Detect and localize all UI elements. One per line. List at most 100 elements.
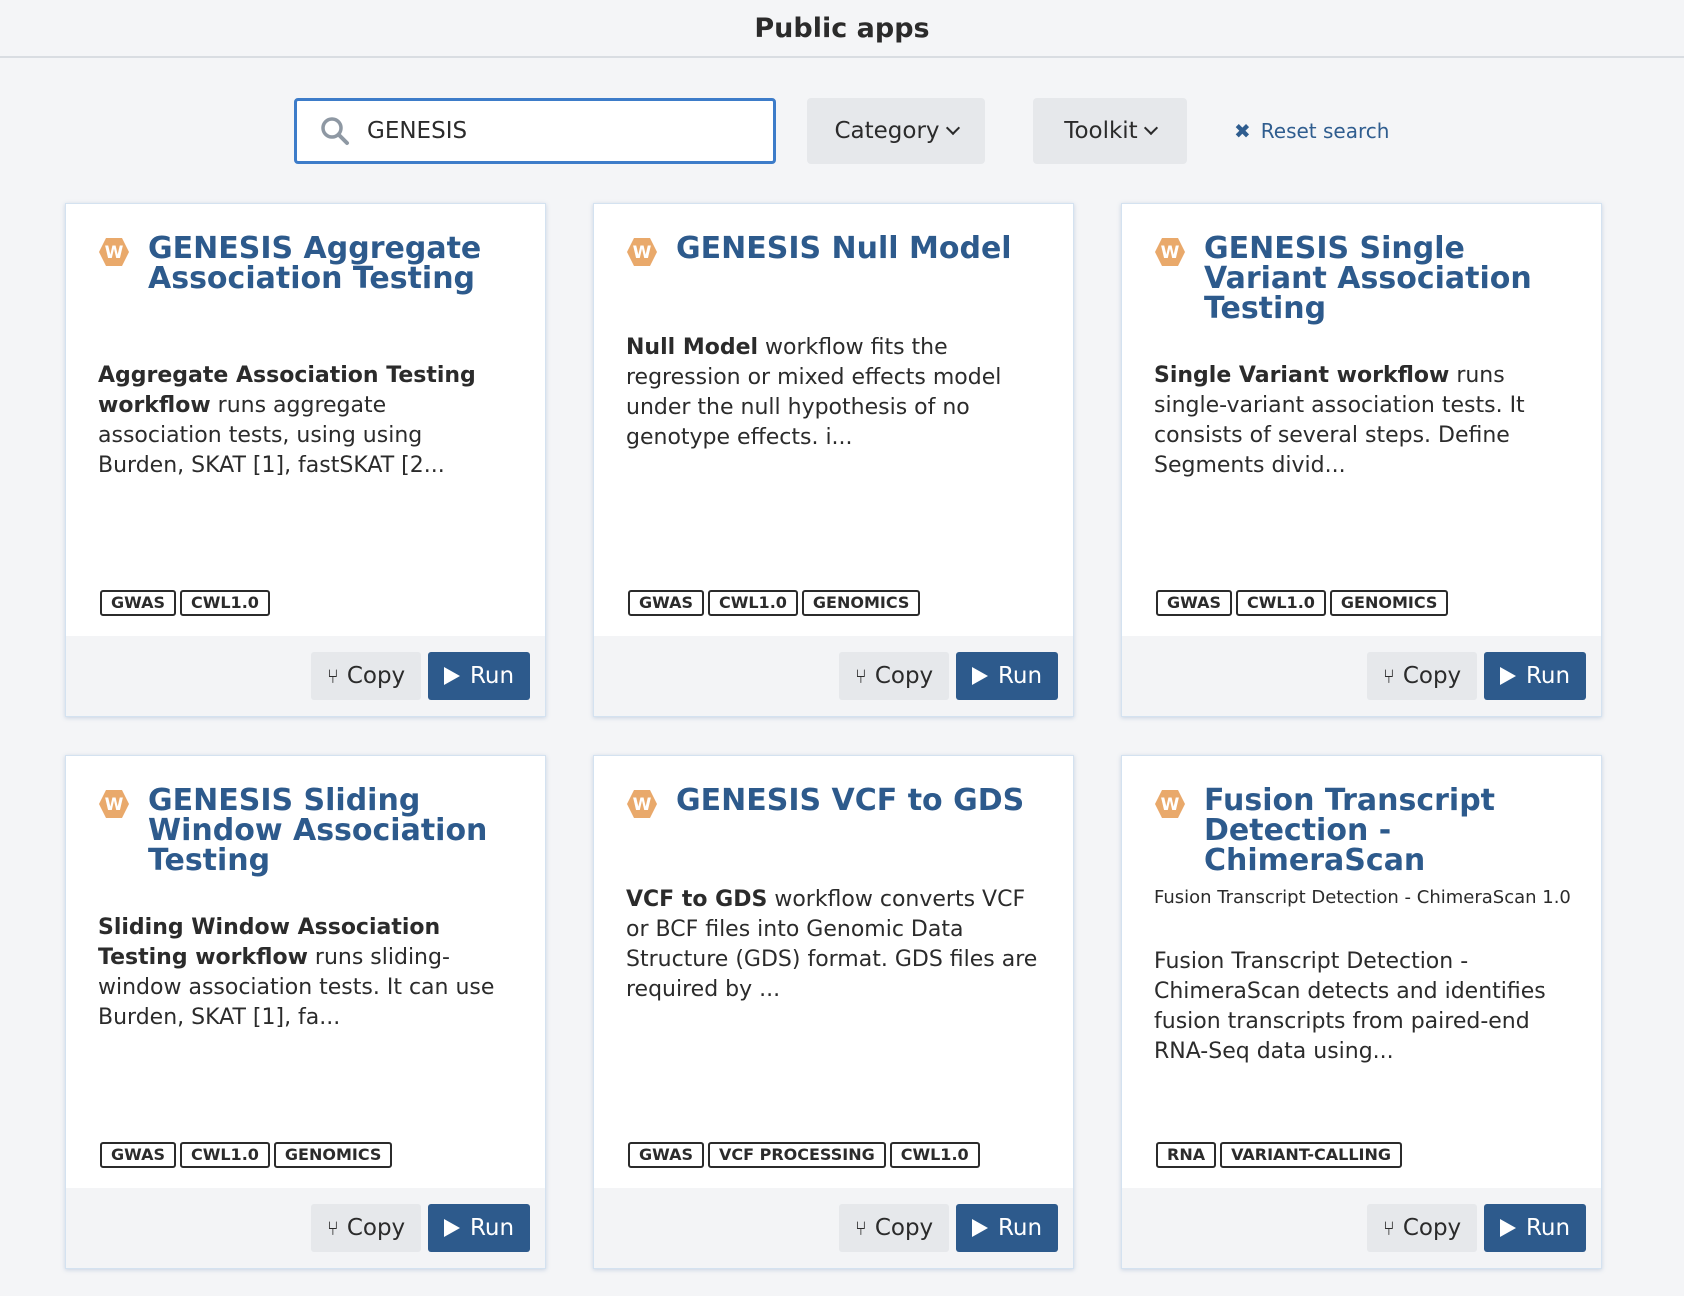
card-title[interactable]: GENESIS Single Variant Association Testi… <box>1204 234 1573 324</box>
play-icon <box>971 667 988 685</box>
search-input[interactable]: GENESIS <box>294 98 776 164</box>
card-version: Fusion Transcript Detection - ChimeraSca… <box>1154 887 1571 908</box>
branch-icon: ⑂ <box>1382 1216 1395 1240</box>
run-button[interactable]: Run <box>956 1204 1058 1252</box>
card-description: Aggregate Association Testing workflow r… <box>98 361 515 481</box>
chevron-down-icon <box>945 120 960 136</box>
workflow-icon: W <box>98 236 130 268</box>
run-button[interactable]: Run <box>1484 652 1586 700</box>
workflow-icon: W <box>98 788 130 820</box>
card-title[interactable]: Fusion Transcript Detection - ChimeraSca… <box>1204 786 1573 876</box>
toolkit-dropdown[interactable]: Toolkit <box>1033 98 1187 164</box>
card-footer: ⑂ Copy Run <box>1122 1188 1601 1268</box>
tag-list: GWAS CWL1.0 <box>100 590 274 616</box>
tag-badge: GWAS <box>100 1142 176 1168</box>
card-title-row: W GENESIS Sliding Window Association Test… <box>98 786 517 876</box>
tag-list: GWAS CWL1.0 GENOMICS <box>1156 590 1452 616</box>
card-description-text: Fusion Transcript Detection - ChimeraSca… <box>1154 949 1546 1064</box>
copy-button[interactable]: ⑂ Copy <box>311 1204 421 1252</box>
card-title[interactable]: GENESIS Aggregate Association Testing <box>148 234 517 294</box>
card-title-row: W GENESIS Null Model <box>626 234 1045 268</box>
run-button-label: Run <box>469 663 515 689</box>
tag-list: GWAS CWL1.0 GENOMICS <box>100 1142 396 1168</box>
card-description: Fusion Transcript Detection - ChimeraSca… <box>1154 947 1571 1067</box>
toolkit-dropdown-label: Toolkit <box>1064 118 1138 144</box>
copy-button-label: Copy <box>346 1215 406 1241</box>
card-description: VCF to GDS workflow converts VCF or BCF … <box>626 885 1043 1005</box>
card-description-bold: VCF to GDS <box>626 887 768 912</box>
tag-badge: CWL1.0 <box>179 590 270 616</box>
app-card[interactable]: W GENESIS Null Model Null Model workflow f… <box>593 203 1074 717</box>
run-button-label: Run <box>1525 1215 1571 1241</box>
workflow-icon: W <box>626 236 658 268</box>
branch-icon: ⑂ <box>326 1216 339 1240</box>
copy-button[interactable]: ⑂ Copy <box>1367 1204 1477 1252</box>
card-footer: ⑂ Copy Run <box>1122 636 1601 716</box>
card-footer: ⑂ Copy Run <box>594 1188 1073 1268</box>
copy-button-label: Copy <box>346 663 406 689</box>
card-title-row: W GENESIS VCF to GDS <box>626 786 1045 820</box>
page-header: Public apps <box>0 0 1684 58</box>
card-title[interactable]: GENESIS Null Model <box>676 234 1012 268</box>
search-toolbar: GENESIS Category Toolkit ✖ Reset search <box>0 98 1684 164</box>
app-card[interactable]: W GENESIS VCF to GDS VCF to GDS workflow c… <box>593 755 1074 1269</box>
workflow-icon: W <box>626 788 658 820</box>
tag-badge: CWL1.0 <box>889 1142 980 1168</box>
card-title[interactable]: GENESIS Sliding Window Association Testi… <box>148 786 517 876</box>
category-dropdown[interactable]: Category <box>807 98 985 164</box>
category-dropdown-label: Category <box>834 118 940 144</box>
card-footer: ⑂ Copy Run <box>594 636 1073 716</box>
copy-button[interactable]: ⑂ Copy <box>839 1204 949 1252</box>
branch-icon: ⑂ <box>854 1216 867 1240</box>
page-title: Public apps <box>754 12 930 44</box>
app-card[interactable]: W GENESIS Single Variant Association Test… <box>1121 203 1602 717</box>
tag-badge: RNA <box>1156 1142 1217 1168</box>
tag-badge: CWL1.0 <box>179 1142 270 1168</box>
copy-button-label: Copy <box>874 1215 934 1241</box>
reset-search-link[interactable]: ✖ Reset search <box>1234 98 1389 164</box>
card-description: Null Model workflow fits the regression … <box>626 333 1043 453</box>
app-card[interactable]: W GENESIS Aggregate Association Testing Ag… <box>65 203 546 717</box>
card-description-bold: Null Model <box>626 335 759 360</box>
reset-search-label: Reset search <box>1260 119 1390 143</box>
tag-list: RNA VARIANT-CALLING <box>1156 1142 1406 1168</box>
copy-button[interactable]: ⑂ Copy <box>311 652 421 700</box>
card-description-bold: Single Variant workflow <box>1154 363 1450 388</box>
svg-text:W: W <box>1161 243 1180 263</box>
copy-button-label: Copy <box>1402 1215 1462 1241</box>
app-card[interactable]: W GENESIS Sliding Window Association Test… <box>65 755 546 1269</box>
run-button[interactable]: Run <box>428 1204 530 1252</box>
copy-button[interactable]: ⑂ Copy <box>839 652 949 700</box>
tag-badge: VCF PROCESSING <box>707 1142 886 1168</box>
tag-badge: GENOMICS <box>801 590 921 616</box>
workflow-icon: W <box>1154 236 1186 268</box>
tag-badge: CWL1.0 <box>1235 590 1326 616</box>
tag-badge: GWAS <box>628 590 704 616</box>
search-input-value: GENESIS <box>367 118 468 144</box>
tag-badge: CWL1.0 <box>707 590 798 616</box>
card-title[interactable]: GENESIS VCF to GDS <box>676 786 1024 820</box>
chevron-down-icon <box>1143 120 1158 136</box>
svg-text:W: W <box>1161 795 1180 815</box>
card-description: Sliding Window Association Testing workf… <box>98 913 515 1033</box>
run-button-label: Run <box>469 1215 515 1241</box>
card-title-row: W GENESIS Single Variant Association Test… <box>1154 234 1573 324</box>
tag-badge: VARIANT-CALLING <box>1220 1142 1403 1168</box>
copy-button[interactable]: ⑂ Copy <box>1367 652 1477 700</box>
search-icon <box>319 115 351 147</box>
run-button[interactable]: Run <box>956 652 1058 700</box>
play-icon <box>1499 1219 1516 1237</box>
app-card[interactable]: W Fusion Transcript Detection - ChimeraSc… <box>1121 755 1602 1269</box>
card-footer: ⑂ Copy Run <box>66 636 545 716</box>
play-icon <box>443 667 460 685</box>
tag-badge: GWAS <box>1156 590 1232 616</box>
tag-list: GWAS VCF PROCESSING CWL1.0 <box>628 1142 984 1168</box>
card-title-row: W GENESIS Aggregate Association Testing <box>98 234 517 294</box>
run-button[interactable]: Run <box>1484 1204 1586 1252</box>
branch-icon: ⑂ <box>854 664 867 688</box>
play-icon <box>1499 667 1516 685</box>
run-button[interactable]: Run <box>428 652 530 700</box>
copy-button-label: Copy <box>1402 663 1462 689</box>
tag-badge: GENOMICS <box>1329 590 1449 616</box>
close-icon: ✖ <box>1234 119 1251 143</box>
